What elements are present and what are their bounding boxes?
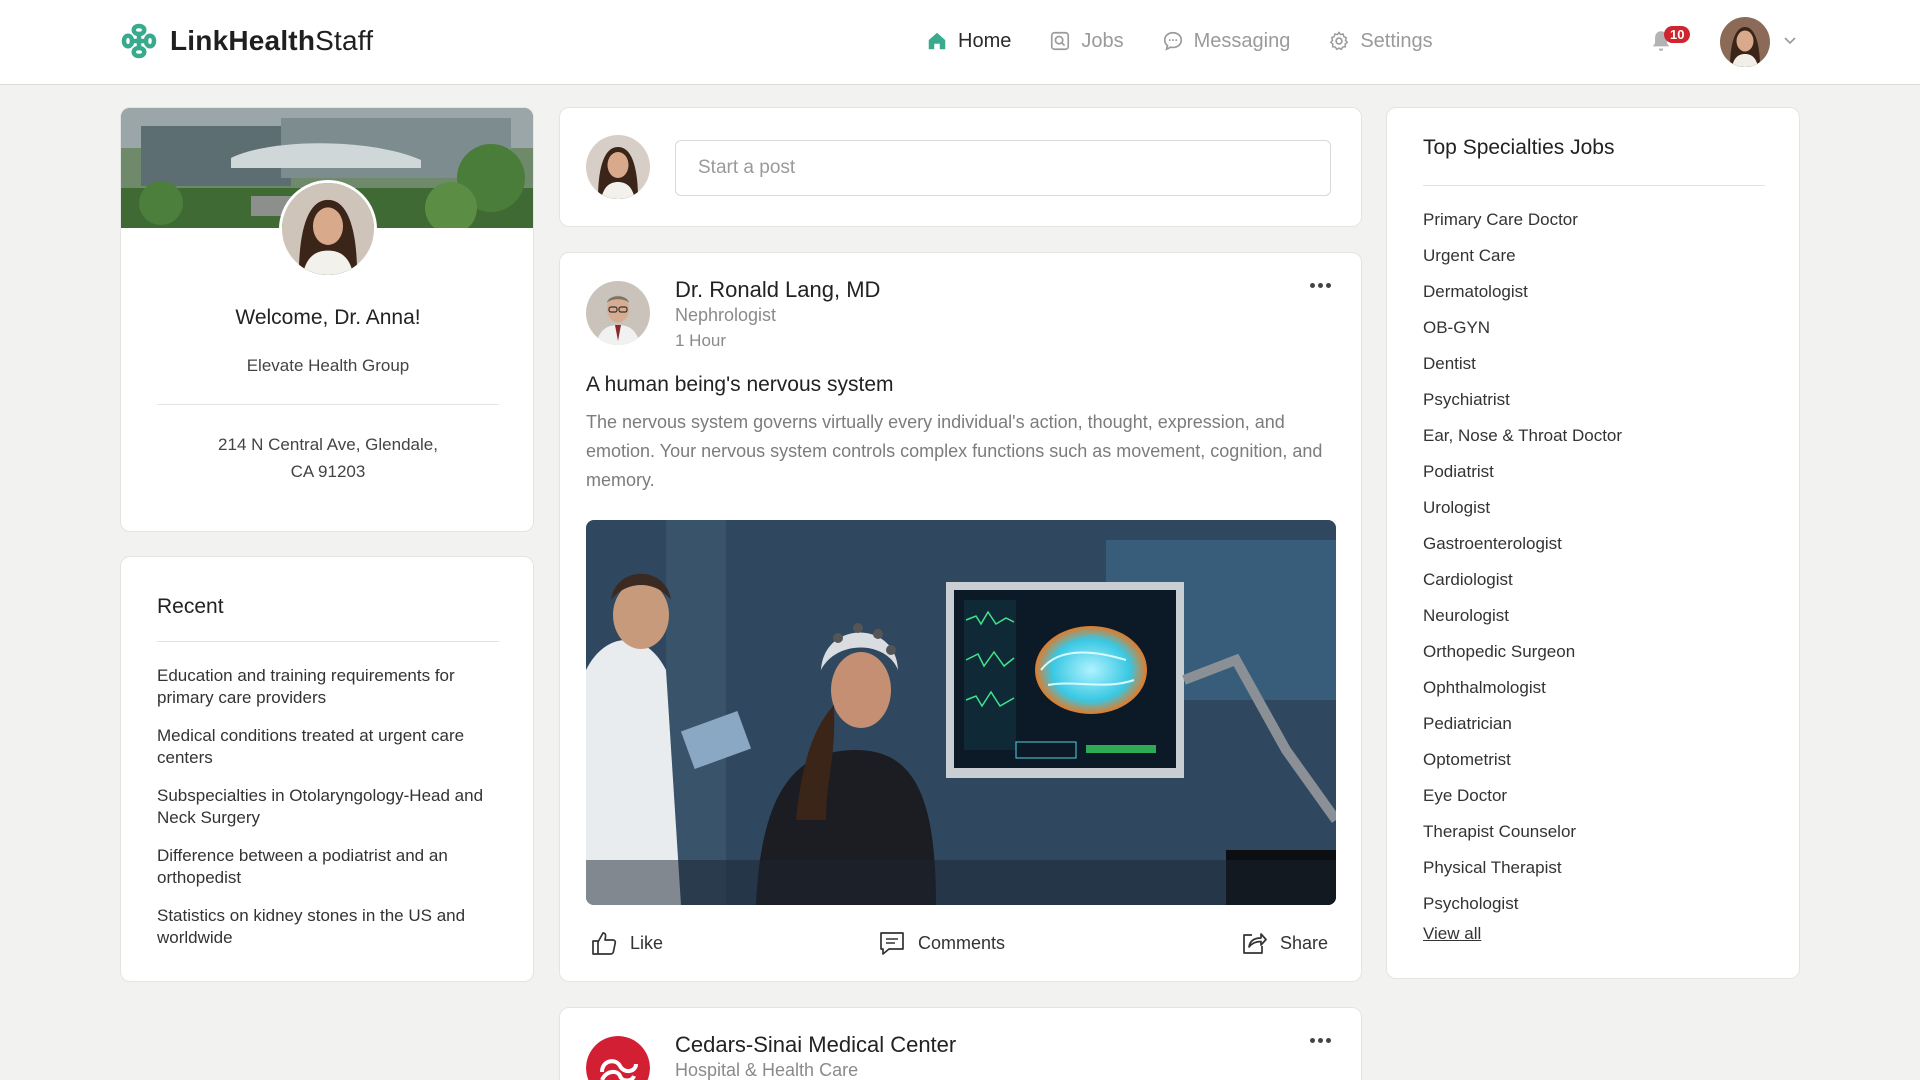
top-specialties-card: Top Specialties Jobs Primary Care Doctor… (1386, 107, 1800, 979)
feed-post: Dr. Ronald Lang, MD Nephrologist 1 Hour … (559, 252, 1362, 982)
welcome-text: Welcome, Dr. Anna! (235, 306, 421, 329)
view-all-link[interactable]: View all (1423, 924, 1481, 944)
recent-item[interactable]: Education and training requirements for … (157, 665, 507, 709)
messaging-icon (1163, 31, 1182, 51)
avatar-image (1720, 17, 1770, 67)
organization-name: Elevate Health Group (246, 356, 410, 375)
specialty-link[interactable]: Neurologist (1423, 598, 1622, 634)
logo-icon (121, 23, 157, 59)
comment-icon (880, 932, 904, 955)
post-composer (559, 107, 1362, 227)
composer-avatar (586, 135, 650, 199)
settings-icon (1330, 31, 1349, 51)
specialty-link[interactable]: Eye Doctor (1423, 778, 1622, 814)
user-avatar[interactable] (1720, 17, 1770, 67)
composer-avatar-image (586, 135, 650, 199)
comments-label: Comments (918, 932, 1006, 953)
nav-settings[interactable]: Settings (1328, 24, 1433, 58)
like-label: Like (630, 932, 664, 953)
chevron-down-icon[interactable] (1782, 32, 1798, 48)
address-line-2: CA 91203 (290, 462, 366, 481)
recent-item[interactable]: Difference between a podiatrist and an o… (157, 845, 507, 889)
specialty-link[interactable]: Urologist (1423, 490, 1622, 526)
home-icon (928, 32, 946, 50)
specialty-link[interactable]: Therapist Counselor (1423, 814, 1622, 850)
feed-post: Cedars-Sinai Medical Center Hospital & H… (559, 1007, 1362, 1080)
nav-messaging[interactable]: Messaging (1162, 24, 1291, 58)
recent-list: Education and training requirements for … (157, 665, 507, 965)
recent-item[interactable]: Statistics on kidney stones in the US an… (157, 905, 507, 949)
nav-home[interactable]: Home (926, 24, 1011, 58)
more-options-icon[interactable] (1305, 1030, 1335, 1050)
post-timestamp: 1 Hour (675, 331, 727, 350)
main-nav: Home Jobs Messaging Settings (926, 24, 1433, 58)
more-options-icon[interactable] (1305, 275, 1335, 295)
specialty-link[interactable]: Urgent Care (1423, 238, 1622, 274)
specialty-link[interactable]: Dermatologist (1423, 274, 1622, 310)
post-author-name[interactable]: Dr. Ronald Lang, MD (675, 277, 880, 303)
author-photo (586, 281, 650, 345)
post-actions: Like Comments Share (586, 923, 1336, 963)
specialty-link[interactable]: Podiatrist (1423, 454, 1622, 490)
specialty-link[interactable]: Pediatrician (1423, 706, 1622, 742)
nav-jobs[interactable]: Jobs (1049, 24, 1124, 58)
specialty-link[interactable]: Orthopedic Surgeon (1423, 634, 1622, 670)
jobs-icon (1051, 31, 1070, 51)
thumbs-up-icon (592, 932, 617, 955)
nav-messaging-label: Messaging (1193, 29, 1291, 52)
specialty-link[interactable]: Dentist (1423, 346, 1622, 382)
recent-divider (157, 641, 499, 642)
nav-jobs-label: Jobs (1081, 29, 1124, 52)
specialty-link[interactable]: Psychologist (1423, 886, 1622, 922)
top-header: LinkHealthStaff Home Jobs Messaging Sett… (0, 0, 1920, 85)
post-author-role: Nephrologist (675, 305, 777, 325)
profile-card: Welcome, Dr. Anna! Elevate Health Group … (120, 107, 534, 532)
specialties-list: Primary Care Doctor Urgent Care Dermatol… (1423, 202, 1622, 922)
like-button[interactable]: Like (590, 923, 663, 963)
post-author-avatar[interactable] (586, 281, 650, 345)
specialty-link[interactable]: Primary Care Doctor (1423, 202, 1622, 238)
organization-logo[interactable] (586, 1036, 650, 1080)
address-line-1: 214 N Central Ave, Glendale, (218, 435, 438, 454)
specialties-divider (1423, 185, 1765, 186)
brand-logo[interactable]: LinkHealthStaff (118, 20, 373, 62)
profile-divider (157, 404, 499, 405)
post-author-name[interactable]: Cedars-Sinai Medical Center (675, 1032, 956, 1058)
post-body: The nervous system governs virtually eve… (586, 412, 1323, 490)
nav-home-label: Home (958, 29, 1012, 52)
specialty-link[interactable]: Cardiologist (1423, 562, 1622, 598)
post-author-role: Hospital & Health Care (675, 1060, 859, 1080)
specialties-title: Top Specialties Jobs (1423, 136, 1615, 159)
comments-button[interactable]: Comments (878, 923, 1005, 963)
specialty-link[interactable]: Ophthalmologist (1423, 670, 1622, 706)
recent-item[interactable]: Subspecialties in Otolaryngology-Head an… (157, 785, 507, 829)
address: 214 N Central Ave, Glendale, CA 91203 (121, 431, 533, 485)
specialty-link[interactable]: Psychiatrist (1423, 382, 1622, 418)
specialty-link[interactable]: Ear, Nose & Throat Doctor (1423, 418, 1622, 454)
start-post-input[interactable] (675, 140, 1331, 196)
profile-photo (282, 183, 374, 275)
post-image[interactable] (586, 520, 1336, 905)
cedars-logo-icon (586, 1036, 650, 1080)
brand-name: LinkHealthStaff (170, 25, 374, 56)
recent-item[interactable]: Medical conditions treated at urgent car… (157, 725, 507, 769)
profile-avatar[interactable] (279, 180, 377, 278)
recent-card: Recent Education and training requiremen… (120, 556, 534, 982)
post-title: A human being's nervous system (586, 373, 894, 396)
specialty-link[interactable]: Optometrist (1423, 742, 1622, 778)
recent-title: Recent (157, 595, 224, 618)
specialty-link[interactable]: OB-GYN (1423, 310, 1622, 346)
specialty-link[interactable]: Physical Therapist (1423, 850, 1622, 886)
nav-settings-label: Settings (1360, 29, 1433, 52)
notification-count-badge: 10 (1664, 26, 1691, 43)
share-label: Share (1280, 932, 1329, 953)
notifications-button[interactable]: 10 (1648, 26, 1691, 58)
share-button[interactable]: Share (1240, 923, 1328, 963)
specialty-link[interactable]: Gastroenterologist (1423, 526, 1622, 562)
share-icon (1243, 933, 1267, 954)
